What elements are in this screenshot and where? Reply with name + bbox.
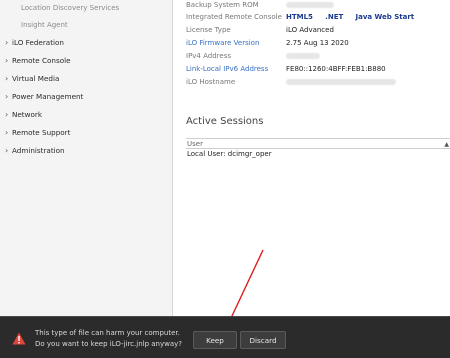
sidebar-item-virtual-media[interactable]: › Virtual Media xyxy=(0,70,172,88)
sidebar-subitem-location-discovery[interactable]: Location Discovery Services xyxy=(0,0,172,17)
info-label: iLO Hostname xyxy=(186,78,236,86)
info-value: 2.75 Aug 13 2020 xyxy=(286,39,349,47)
sidebar-item-label: Remote Support xyxy=(12,128,71,137)
download-warning-bar: This type of file can harm your computer… xyxy=(0,316,450,358)
firmware-link[interactable]: iLO Firmware Version xyxy=(186,37,286,50)
sort-up-icon: ▲ xyxy=(444,141,449,148)
java-web-start-link[interactable]: Java Web Start xyxy=(355,13,414,21)
warning-line-2: Do you want to keep iLO-jirc.jnlp anyway… xyxy=(35,340,182,348)
sidebar-nav: Location Discovery Services Insight Agen… xyxy=(0,0,173,316)
sessions-table: User ▲ Local User: dcimgr_oper xyxy=(186,138,450,160)
info-value: iLO Advanced xyxy=(286,26,334,34)
sidebar-item-ilo-federation[interactable]: › iLO Federation xyxy=(0,34,172,52)
column-header-label: User xyxy=(187,140,203,148)
warning-icon xyxy=(12,332,26,345)
discard-button[interactable]: Discard xyxy=(240,331,286,349)
active-sessions-title: Active Sessions xyxy=(186,116,264,127)
sidebar-item-label: iLO Federation xyxy=(12,38,64,47)
sidebar-item-power-management[interactable]: › Power Management xyxy=(0,88,172,106)
warning-line-1: This type of file can harm your computer… xyxy=(35,329,180,337)
ipv6-link[interactable]: Link-Local IPv6 Address xyxy=(186,63,286,76)
sessions-column-user[interactable]: User ▲ xyxy=(186,138,450,149)
sidebar-item-remote-support[interactable]: › Remote Support xyxy=(0,124,172,142)
info-label: Integrated Remote Console xyxy=(186,13,282,21)
chevron-right-icon: › xyxy=(5,38,9,47)
main-content: Backup System ROM Integrated Remote Cons… xyxy=(174,0,450,316)
sidebar-item-label: Administration xyxy=(12,146,65,155)
chevron-right-icon: › xyxy=(5,92,9,101)
sidebar-item-label: Virtual Media xyxy=(12,74,60,83)
sidebar-item-network[interactable]: › Network xyxy=(0,106,172,124)
keep-button[interactable]: Keep xyxy=(193,331,237,349)
chevron-right-icon: › xyxy=(5,110,9,119)
chevron-right-icon: › xyxy=(5,74,9,83)
sidebar-item-remote-console[interactable]: › Remote Console xyxy=(0,52,172,70)
redacted-value xyxy=(286,50,320,63)
sidebar-item-label: Power Management xyxy=(12,92,84,101)
chevron-right-icon: › xyxy=(5,128,9,137)
sidebar-subitem-insight-agent[interactable]: Insight Agent xyxy=(0,17,172,34)
sidebar-item-administration[interactable]: › Administration xyxy=(0,142,172,160)
chevron-right-icon: › xyxy=(5,146,9,155)
sidebar-item-label: Network xyxy=(12,110,43,119)
info-label: IPv4 Address xyxy=(186,52,231,60)
html5-console-link[interactable]: HTML5 xyxy=(286,13,313,21)
dotnet-console-link[interactable]: .NET xyxy=(325,13,343,21)
redacted-value xyxy=(286,76,396,89)
info-label: License Type xyxy=(186,26,231,34)
remote-console-links: HTML5 .NET Java Web Start xyxy=(286,11,424,24)
download-warning-message: This type of file can harm your computer… xyxy=(35,328,182,350)
sidebar-item-label: Remote Console xyxy=(12,56,71,65)
info-value: FE80::1260:4BFF:FEB1:B880 xyxy=(286,65,386,73)
chevron-right-icon: › xyxy=(5,56,9,65)
table-row: Local User: dcimgr_oper xyxy=(187,150,272,158)
